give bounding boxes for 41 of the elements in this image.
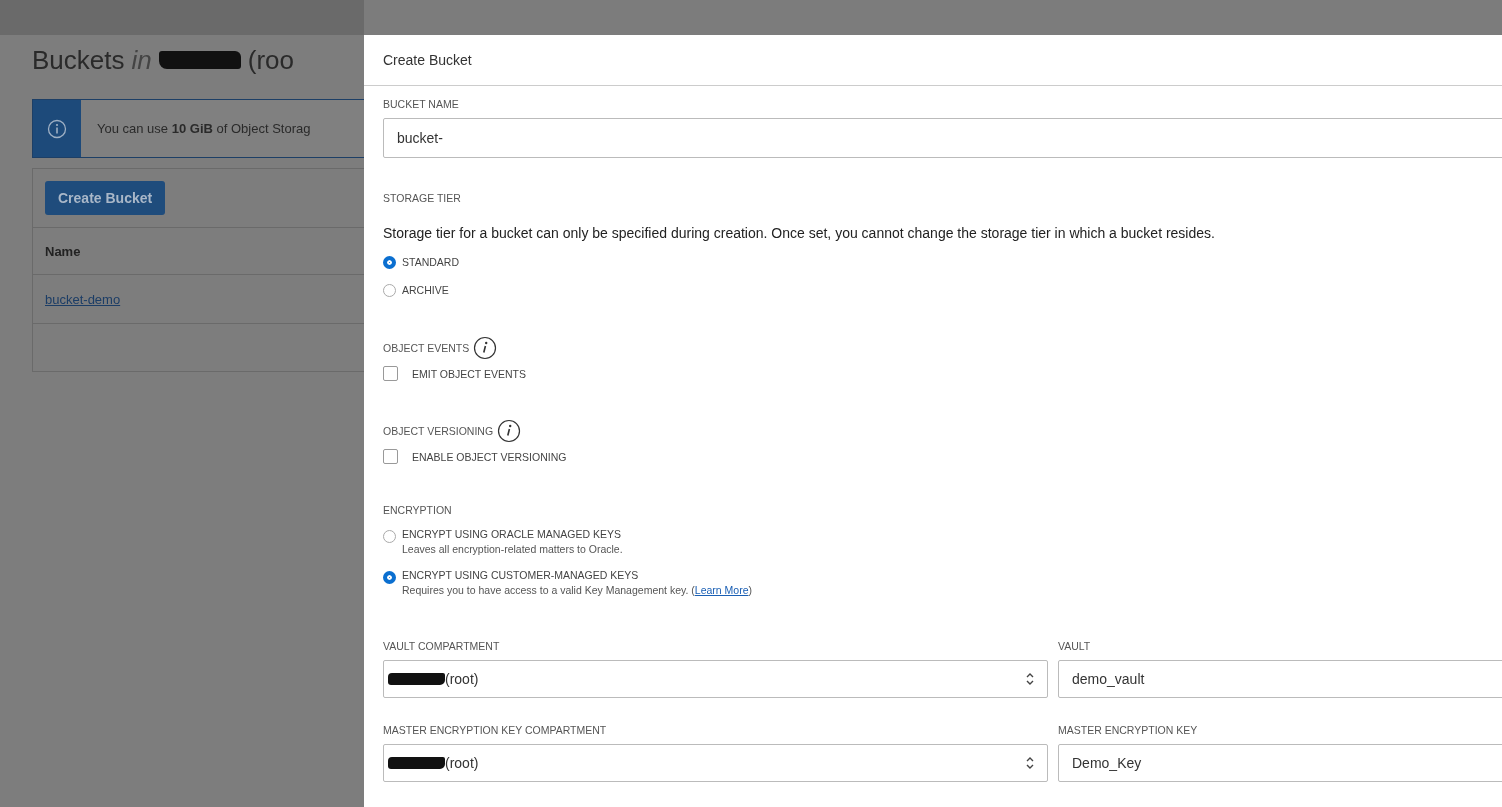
radio-label: ARCHIVE — [402, 284, 449, 296]
checkbox-label: ENABLE OBJECT VERSIONING — [412, 450, 567, 463]
create-bucket-button[interactable]: Create Bucket — [45, 181, 166, 215]
page-title: Buckets — [32, 44, 125, 76]
select-field[interactable]: (root) — [383, 660, 1048, 698]
radio-button[interactable] — [383, 530, 396, 543]
info-icon[interactable] — [473, 336, 498, 360]
section-label: OBJECT VERSIONING — [383, 425, 494, 437]
dialog-title: Create Bucket — [383, 52, 472, 68]
radio-button[interactable] — [383, 283, 396, 297]
field-label: MASTER ENCRYPTION KEY COMPARTMENT — [383, 724, 608, 736]
info-icon[interactable] — [497, 419, 522, 443]
column-header: Name — [45, 243, 81, 259]
option-description: Requires you to have access to a valid Key Management key. (Learn More) — [402, 584, 752, 596]
checkbox[interactable] — [383, 366, 398, 381]
option-description: Leaves all encryption-related matters to Oracle. — [402, 543, 623, 555]
radio-label: STANDARD — [402, 256, 459, 268]
up-down-chevron-icon — [1025, 755, 1035, 771]
section-label: STORAGE TIER — [383, 192, 461, 204]
radio-button[interactable] — [383, 255, 396, 269]
input-field[interactable]: bucket- — [383, 118, 1502, 158]
radio-label: ENCRYPT USING ORACLE MANAGED KEYS — [402, 528, 622, 540]
input-field[interactable]: Demo_Key — [1058, 744, 1502, 782]
page-title: (roo — [247, 44, 294, 76]
section-label: ENCRYPTION — [383, 504, 452, 516]
field-label: BUCKET NAME — [383, 98, 460, 110]
field-label: VAULT COMPARTMENT — [383, 640, 501, 652]
checkbox-label: EMIT OBJECT EVENTS — [412, 367, 526, 380]
up-down-chevron-icon — [1025, 671, 1035, 687]
info-text: You can use 10 GiB of Object Storag — [97, 121, 311, 136]
field-label: MASTER ENCRYPTION KEY — [1058, 724, 1199, 736]
select-field[interactable]: (root) — [383, 744, 1048, 782]
radio-button[interactable] — [383, 571, 396, 584]
section-label: OBJECT EVENTS — [383, 342, 470, 354]
checkbox[interactable] — [383, 449, 398, 464]
page-title-qualifier: in — [131, 44, 152, 76]
radio-label: ENCRYPT USING CUSTOMER-MANAGED KEYS — [402, 569, 640, 581]
description-text: Storage tier for a bucket can only be specified during creation. Once set, you cannot change the storage tier in which a bucket resides. — [383, 225, 1216, 241]
input-field[interactable]: demo_vault — [1058, 660, 1502, 698]
field-label: VAULT — [1058, 640, 1092, 652]
info-icon — [47, 118, 67, 139]
